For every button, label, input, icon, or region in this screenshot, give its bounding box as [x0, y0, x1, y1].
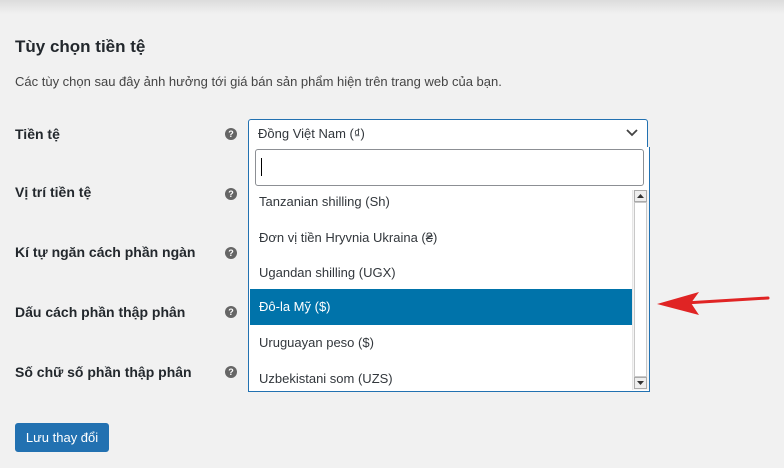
scroll-down-arrow-icon[interactable]	[634, 377, 647, 389]
help-icon[interactable]: ?	[225, 306, 237, 318]
section-title: Tùy chọn tiền tệ	[15, 37, 146, 56]
help-icon[interactable]: ?	[225, 188, 237, 200]
chevron-down-icon	[626, 129, 638, 137]
scroll-up-arrow-icon[interactable]	[634, 190, 647, 202]
save-changes-button[interactable]: Lưu thay đổi	[15, 423, 109, 452]
help-icon[interactable]: ?	[225, 128, 237, 140]
currency-dropdown: Tanzanian shilling (Sh) Đơn vị tiền Hryv…	[248, 147, 650, 392]
help-icon[interactable]: ?	[225, 247, 237, 259]
currency-option[interactable]: Đơn vị tiền Hryvnia Ukraina (₴)	[250, 220, 632, 256]
section-description: Các tùy chọn sau đây ảnh hưởng tới giá b…	[15, 74, 502, 89]
currency-option[interactable]: Tanzanian shilling (Sh)	[250, 184, 632, 220]
currency-select-value: Đồng Việt Nam (₫)	[258, 126, 365, 141]
scrollbar-thumb[interactable]	[634, 202, 647, 377]
label-number-of-decimals: Số chữ số phần thập phân	[15, 364, 192, 380]
text-caret	[261, 158, 262, 176]
currency-option[interactable]: Uruguayan peso ($)	[250, 325, 632, 361]
currency-option[interactable]: Ugandan shilling (UGX)	[250, 255, 632, 291]
help-icon[interactable]: ?	[225, 366, 237, 378]
currency-search-input[interactable]	[255, 149, 644, 186]
currency-select[interactable]: Đồng Việt Nam (₫)	[248, 119, 648, 148]
top-shadow	[0, 0, 784, 14]
label-thousand-separator: Kí tự ngăn cách phần ngàn	[15, 244, 196, 260]
currency-option-highlighted[interactable]: Đô-la Mỹ ($)	[250, 289, 632, 325]
red-arrow-icon	[657, 292, 770, 315]
dropdown-scrollbar[interactable]	[632, 190, 649, 390]
label-currency: Tiền tệ	[15, 126, 60, 142]
currency-option[interactable]: Uzbekistani som (UZS)	[250, 361, 632, 391]
label-decimal-separator: Dấu cách phần thập phân	[15, 304, 186, 320]
label-currency-position: Vị trí tiền tệ	[15, 184, 92, 200]
